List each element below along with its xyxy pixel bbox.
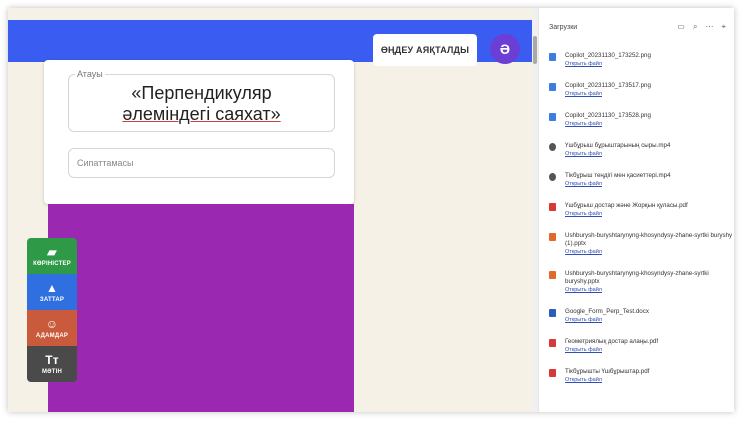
open-file-link[interactable]: Открыть файл bbox=[565, 150, 734, 158]
download-item[interactable]: Copilot_20231130_173528.png Открыть файл bbox=[549, 112, 734, 128]
editor-area: ӨҢДЕУ АЯҚТАЛДЫ Ә Атауы «Перпендикуляр әл… bbox=[8, 8, 532, 412]
image-icon: ▰ bbox=[47, 245, 57, 259]
download-item[interactable]: Ushburysh-buryshtarynyng-khosyndysy-zhan… bbox=[549, 270, 734, 294]
open-file-link[interactable]: Открыть файл bbox=[565, 90, 734, 98]
finish-editing-button[interactable]: ӨҢДЕУ АЯҚТАЛДЫ bbox=[373, 34, 477, 66]
download-item[interactable]: Үшбұрыш достар және Жорқын қуласы.pdf Отк… bbox=[549, 202, 734, 218]
face-icon: ☺ bbox=[45, 317, 59, 331]
open-file-link[interactable]: Открыть файл bbox=[565, 346, 734, 354]
download-file-name[interactable]: Тікбұрышты Үшбұрыштар.pdf bbox=[565, 368, 734, 376]
download-item[interactable]: Тікбұрышты Үшбұрыштар.pdf Открыть файл bbox=[549, 368, 734, 384]
download-item[interactable]: Тікбұрыш теңдігі мен қасиеттері.mp4 Откры… bbox=[549, 172, 734, 188]
open-file-link[interactable]: Открыть файл bbox=[565, 180, 734, 188]
form-card: Атауы «Перпендикуляр әлеміндегі саяхат» … bbox=[44, 60, 354, 204]
tool-objects-button[interactable]: ▲ ЗАТТАР bbox=[27, 274, 77, 310]
download-file-name[interactable]: Геометриялық достар алаңы.pdf bbox=[565, 338, 734, 346]
shapes-icon: ▲ bbox=[45, 281, 59, 295]
download-file-name[interactable]: Copilot_20231130_173528.png bbox=[565, 112, 734, 120]
pdf-file-icon bbox=[549, 369, 556, 377]
open-file-link[interactable]: Открыть файл bbox=[565, 120, 734, 128]
open-file-link[interactable]: Открыть файл bbox=[565, 210, 734, 218]
image-file-icon bbox=[549, 113, 556, 121]
tool-people-button[interactable]: ☺ АДАМДАР bbox=[27, 310, 77, 346]
name-field-label: Атауы bbox=[75, 69, 105, 79]
avatar[interactable]: Ә bbox=[490, 34, 520, 64]
more-icon[interactable]: ⋯ bbox=[703, 22, 715, 31]
download-file-name[interactable]: Copilot_20231130_173517.png bbox=[565, 82, 734, 90]
scene-canvas[interactable] bbox=[48, 204, 354, 412]
download-file-name[interactable]: Үшбұрыш достар және Жорқын қуласы.pdf bbox=[565, 202, 734, 210]
pdf-file-icon bbox=[549, 203, 556, 211]
name-line-2: әлеміндегі саяхат» bbox=[122, 104, 281, 124]
tool-label: МӘТІН bbox=[41, 369, 63, 375]
tool-text-button[interactable]: Tт МӘТІН bbox=[27, 346, 77, 382]
download-item[interactable]: Ushburysh-buryshtarynyng-khosyndysy-zhan… bbox=[549, 232, 734, 256]
download-file-name[interactable]: Ushburysh-buryshtarynyng-khosyndysy-zhan… bbox=[565, 270, 734, 286]
downloads-actions: ▭ ⌕ ⋯ ⌖ bbox=[675, 22, 730, 32]
open-file-link[interactable]: Открыть файл bbox=[565, 248, 734, 256]
name-line-1: «Перпендикуляр bbox=[131, 83, 272, 103]
name-field[interactable]: Атауы «Перпендикуляр әлеміндегі саяхат» bbox=[68, 69, 335, 132]
image-file-icon bbox=[549, 53, 556, 61]
top-bar: ӨҢДЕУ АЯҚТАЛДЫ Ә bbox=[8, 20, 532, 66]
video-file-icon bbox=[549, 143, 556, 151]
tool-scenes-button[interactable]: ▰ КӨРІНІСТЕР bbox=[27, 238, 77, 274]
image-file-icon bbox=[549, 83, 556, 91]
pptx-file-icon bbox=[549, 233, 556, 241]
tool-palette: ▰ КӨРІНІСТЕР ▲ ЗАТТАР ☺ АДАМДАР Tт МӘТІН bbox=[27, 238, 77, 382]
pdf-file-icon bbox=[549, 339, 556, 347]
pin-icon[interactable]: ⌖ bbox=[718, 22, 730, 32]
download-item[interactable]: Үшбұрыш бұрыштарының сыры.mp4 Открыть фай… bbox=[549, 142, 734, 158]
scrollbar-thumb[interactable] bbox=[533, 36, 537, 64]
tool-label: КӨРІНІСТЕР bbox=[33, 261, 71, 267]
text-icon: Tт bbox=[45, 353, 59, 367]
tool-label: АДАМДАР bbox=[35, 333, 69, 339]
search-icon[interactable]: ⌕ bbox=[689, 22, 701, 32]
download-file-name[interactable]: Copilot_20231130_173252.png bbox=[565, 52, 734, 60]
app-window: ӨҢДЕУ АЯҚТАЛДЫ Ә Атауы «Перпендикуляр әл… bbox=[8, 8, 734, 412]
download-item[interactable]: Copilot_20231130_173517.png Открыть файл bbox=[549, 82, 734, 98]
download-item[interactable]: Google_Form_Perp_Test.docx Открыть файл bbox=[549, 308, 734, 324]
video-file-icon bbox=[549, 173, 556, 181]
open-file-link[interactable]: Открыть файл bbox=[565, 376, 734, 384]
description-field[interactable]: Сипаттамасы bbox=[68, 148, 335, 178]
download-item[interactable]: Геометриялық достар алаңы.pdf Открыть фай… bbox=[549, 338, 734, 354]
downloads-list: Copilot_20231130_173252.png Открыть файл C… bbox=[549, 52, 734, 398]
downloads-panel: Загрузки ▭ ⌕ ⋯ ⌖ Copilot_20231130_173252… bbox=[538, 8, 734, 412]
docx-file-icon bbox=[549, 309, 556, 317]
pptx-file-icon bbox=[549, 271, 556, 279]
download-file-name[interactable]: Тікбұрыш теңдігі мен қасиеттері.mp4 bbox=[565, 172, 734, 180]
download-file-name[interactable]: Ushburysh-buryshtarynyng-khosyndysy-zhan… bbox=[565, 232, 734, 248]
downloads-title: Загрузки bbox=[549, 24, 578, 31]
tool-label: ЗАТТАР bbox=[39, 297, 65, 303]
download-item[interactable]: Copilot_20231130_173252.png Открыть файл bbox=[549, 52, 734, 68]
download-file-name[interactable]: Google_Form_Perp_Test.docx bbox=[565, 308, 734, 316]
name-field-value[interactable]: «Перпендикуляр әлеміндегі саяхат» bbox=[69, 83, 334, 125]
open-file-link[interactable]: Открыть файл bbox=[565, 316, 734, 324]
download-file-name[interactable]: Үшбұрыш бұрыштарының сыры.mp4 bbox=[565, 142, 734, 150]
open-file-link[interactable]: Открыть файл bbox=[565, 286, 734, 294]
downloads-header: Загрузки ▭ ⌕ ⋯ ⌖ bbox=[539, 22, 734, 40]
folder-icon[interactable]: ▭ bbox=[675, 22, 687, 31]
open-file-link[interactable]: Открыть файл bbox=[565, 60, 734, 68]
